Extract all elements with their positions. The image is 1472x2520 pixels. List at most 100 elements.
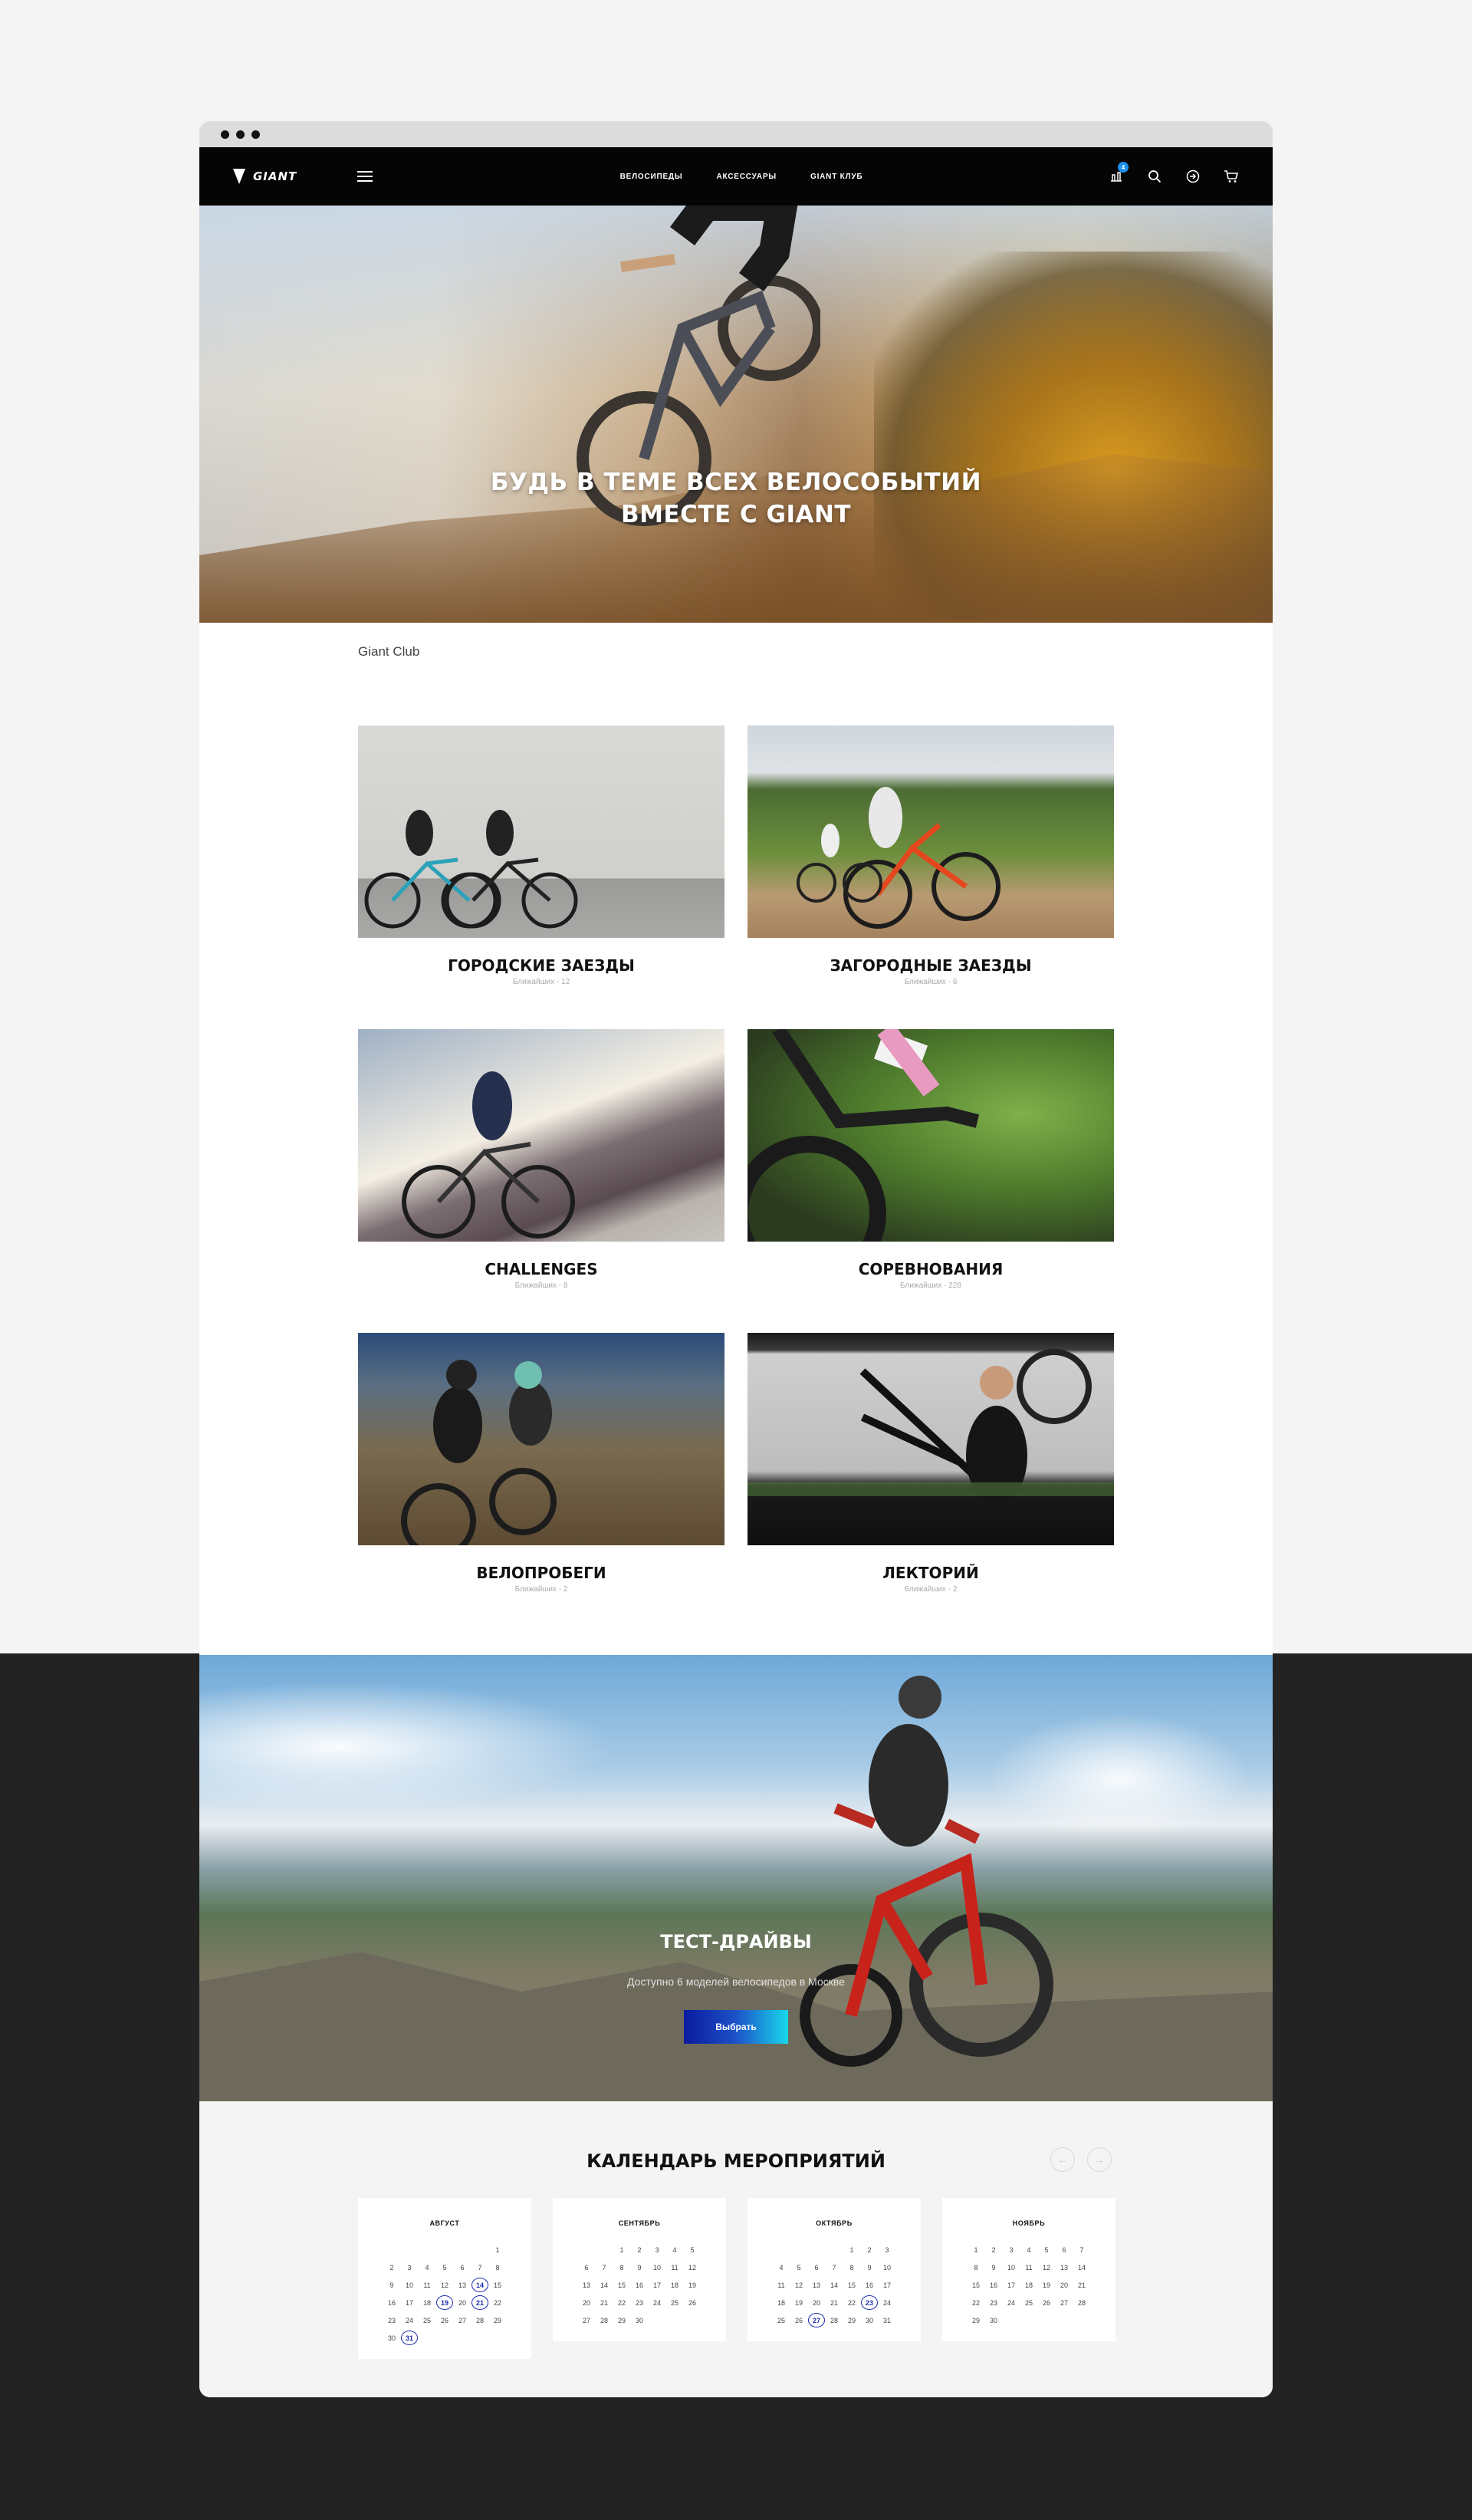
calendar-day: 30 <box>989 2316 997 2324</box>
calendar-event-day[interactable]: 27 <box>808 2313 825 2328</box>
calendar-day: 27 <box>458 2316 466 2324</box>
category-card-image[interactable] <box>748 1333 1114 1545</box>
category-card-image[interactable] <box>358 1029 724 1242</box>
calendar-day: 12 <box>1042 2263 1050 2272</box>
calendar-event-day[interactable]: 14 <box>472 2278 488 2292</box>
calendar-day: 9 <box>867 2263 872 2272</box>
category-card-title[interactable]: ЛЕКТОРИЙ <box>748 1564 1114 1582</box>
calendar-month-name: НОЯБРЬ <box>1012 2219 1046 2227</box>
category-card-image[interactable] <box>748 725 1114 938</box>
compare-count-badge: 4 <box>1118 162 1129 173</box>
calendar-day: 9 <box>637 2263 642 2272</box>
calendar-day: 19 <box>794 2298 803 2307</box>
giant-logo-mark-icon <box>233 169 245 184</box>
category-card[interactable]: ЗАГОРОДНЫЕ ЗАЕЗДЫ Ближайших - 6 <box>748 725 1114 986</box>
calendar-day: 25 <box>777 2316 785 2324</box>
calendar-day: 4 <box>779 2263 784 2272</box>
calendar-day: 27 <box>1060 2298 1068 2307</box>
calendar-title: КАЛЕНДАРЬ МЕРОПРИЯТИЙ <box>586 2150 886 2172</box>
category-card[interactable]: ВЕЛОПРОБЕГИ Ближайших - 2 <box>358 1333 724 1594</box>
calendar-day: 14 <box>1077 2263 1086 2272</box>
calendar-day: 11 <box>1025 2263 1033 2272</box>
calendar-day: 13 <box>812 2281 820 2289</box>
calendar-day: 6 <box>460 2263 465 2272</box>
category-card-image[interactable] <box>358 725 724 938</box>
calendar-month-name: ОКТЯБРЬ <box>816 2219 853 2227</box>
group-ride-image <box>401 1360 557 1545</box>
calendar-day: 2 <box>867 2245 872 2254</box>
calendar-day: 18 <box>670 2281 678 2289</box>
calendar-event-day[interactable]: 23 <box>861 2295 878 2310</box>
calendar-day: 12 <box>794 2281 803 2289</box>
category-card-title[interactable]: СОРЕВНОВАНИЯ <box>748 1260 1114 1278</box>
compare-button[interactable]: 4 <box>1109 162 1129 184</box>
calendar-day: 2 <box>637 2245 642 2254</box>
calendar-day: 15 <box>847 2281 856 2289</box>
nav-link-giant-club[interactable]: GIANT КЛУБ <box>810 173 863 181</box>
calendar-day: 7 <box>832 2263 836 2272</box>
calendar-day: 22 <box>617 2298 626 2307</box>
calendar-day: 11 <box>671 2263 678 2272</box>
category-card[interactable]: СОРЕВНОВАНИЯ Ближайших - 228 <box>748 1029 1114 1290</box>
calendar-day: 4 <box>672 2245 677 2254</box>
calendar-day: 25 <box>670 2298 678 2307</box>
calendar-day: 17 <box>405 2298 413 2307</box>
category-card-title[interactable]: ВЕЛОПРОБЕГИ <box>358 1564 724 1582</box>
nav-link-bikes[interactable]: ВЕЛОСИПЕДЫ <box>620 173 683 181</box>
search-icon <box>1148 170 1162 183</box>
window-control-maximize[interactable] <box>251 130 260 139</box>
calendar-event-day[interactable]: 21 <box>472 2295 488 2310</box>
calendar-day: 14 <box>830 2281 838 2289</box>
test-drive-choose-button[interactable]: Выбрать <box>684 2010 788 2044</box>
calendar-day: 29 <box>493 2316 501 2324</box>
calendar-prev-button[interactable]: ← <box>1050 2147 1075 2172</box>
calendar-day: 30 <box>387 2334 396 2342</box>
calendar-day: 1 <box>849 2245 854 2254</box>
calendar-day: 26 <box>794 2316 803 2324</box>
calendar-day: 3 <box>885 2245 889 2254</box>
category-card[interactable]: ЛЕКТОРИЙ Ближайших - 2 <box>748 1333 1114 1594</box>
calendar-day-empty <box>578 2242 595 2257</box>
arrow-left-icon: ← <box>1057 2153 1068 2166</box>
calendar-day: 23 <box>387 2316 396 2324</box>
calendar-day: 4 <box>1027 2245 1031 2254</box>
calendar-month: ОКТЯБРЬ 1 2 3 4 5 6 7 8 9 10 11 12 13 14 15 16 17 18 19 20 2… <box>748 2198 921 2341</box>
calendar-day: 26 <box>1042 2298 1050 2307</box>
category-card-title[interactable]: ЗАГОРОДНЫЕ ЗАЕЗДЫ <box>748 956 1114 975</box>
calendar-day: 15 <box>493 2281 501 2289</box>
calendar-day: 10 <box>405 2281 413 2289</box>
browser-chrome <box>199 121 1273 147</box>
category-card-title[interactable]: ГОРОДСКИЕ ЗАЕЗДЫ <box>358 956 724 975</box>
menu-hamburger-icon[interactable] <box>357 171 373 182</box>
hero-title-line-1: БУДЬ В ТЕМЕ ВСЕХ ВЕЛОСОБЫТИЙ <box>490 469 982 496</box>
breadcrumb[interactable]: Giant Club <box>358 644 419 660</box>
category-card-count: Ближайших - 12 <box>512 978 570 986</box>
calendar-day-empty <box>826 2242 843 2257</box>
window-control-minimize[interactable] <box>236 130 245 139</box>
cart-button[interactable] <box>1224 169 1239 184</box>
login-button[interactable] <box>1185 169 1201 184</box>
nav-link-accessories[interactable]: АКСЕССУАРЫ <box>716 173 777 181</box>
calendar-day-empty <box>454 2242 471 2257</box>
calendar-day-empty <box>472 2242 488 2257</box>
window-control-close[interactable] <box>221 130 229 139</box>
calendar-day: 30 <box>635 2316 643 2324</box>
calendar-day-empty <box>808 2242 825 2257</box>
giant-logo[interactable]: GIANT <box>233 169 317 184</box>
calendar-month-name: АВГУСТ <box>429 2219 460 2227</box>
category-card-image[interactable] <box>358 1333 724 1545</box>
calendar-day: 16 <box>865 2281 873 2289</box>
calendar-day: 9 <box>991 2263 996 2272</box>
calendar-day: 18 <box>1024 2281 1033 2289</box>
category-card-image[interactable] <box>748 1029 1114 1242</box>
calendar-event-day[interactable]: 19 <box>436 2295 453 2310</box>
category-card[interactable]: ГОРОДСКИЕ ЗАЕЗДЫ Ближайших - 12 <box>358 725 724 986</box>
calendar-days: 1 2 3 4 5 6 7 8 9 10 11 12 13 14 15 16 17 18 19 20 21 22 23 24 2… <box>760 2242 909 2328</box>
calendar-event-day[interactable]: 31 <box>401 2331 418 2345</box>
category-card[interactable]: CHALLENGES Ближайших - 8 <box>358 1029 724 1290</box>
calendar-day: 8 <box>619 2263 624 2272</box>
calendar-day: 30 <box>865 2316 873 2324</box>
search-button[interactable] <box>1147 169 1162 184</box>
calendar-next-button[interactable]: → <box>1087 2147 1112 2172</box>
category-card-title[interactable]: CHALLENGES <box>358 1260 724 1278</box>
